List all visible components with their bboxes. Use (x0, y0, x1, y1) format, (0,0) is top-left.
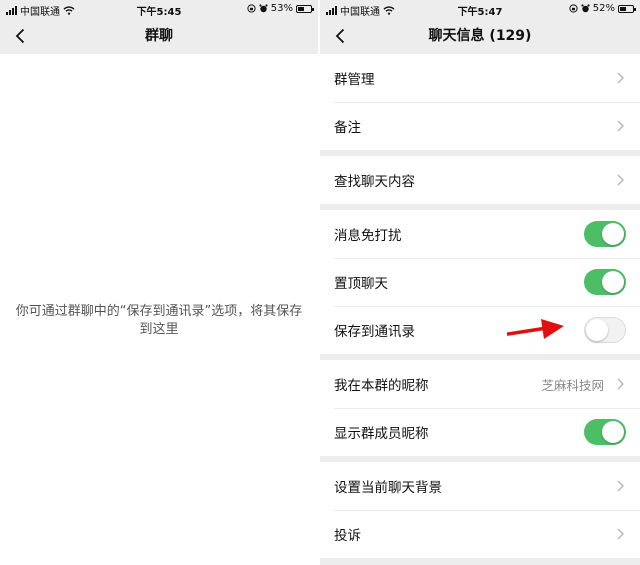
chevron-right-icon (614, 174, 626, 186)
row-label: 投诉 (334, 528, 361, 544)
row-mute: 消息免打扰 (320, 210, 640, 258)
chevron-right-icon (614, 120, 626, 132)
back-chevron-icon (15, 28, 25, 44)
status-bar: 中国联通 下午5:47 52% (320, 0, 640, 18)
status-right-group: 53% (247, 3, 314, 14)
page-title: 聊天信息 (129) (428, 28, 532, 44)
row-remark[interactable]: 备注 (320, 102, 640, 150)
empty-list-area: 你可通过群聊中的“保存到通讯录”选项，将其保存到这里 (0, 54, 318, 565)
back-button[interactable] (328, 18, 352, 54)
nickname-value: 芝麻科技网 (541, 377, 604, 393)
row-label: 备注 (334, 120, 361, 136)
right-screen: 中国联通 下午5:47 52% 聊天信息 (129) 群管理 备注 查找聊天内容… (318, 0, 640, 565)
settings-group-search: 查找聊天内容 (320, 156, 640, 204)
status-right-group: 52% (569, 3, 636, 14)
toggle-knob (602, 271, 624, 293)
show-nicknames-toggle[interactable] (584, 419, 626, 445)
nav-bar: 群聊 (0, 18, 318, 54)
row-label: 显示群成员昵称 (334, 426, 429, 442)
row-group-manage[interactable]: 群管理 (320, 54, 640, 102)
row-pin: 置顶聊天 (320, 258, 640, 306)
save-contacts-toggle[interactable] (584, 317, 626, 343)
toggle-knob (602, 421, 624, 443)
chevron-right-icon (614, 72, 626, 84)
settings-group-misc: 设置当前聊天背景 投诉 (320, 462, 640, 558)
lock-rotation-icon (569, 4, 578, 13)
status-bar: 中国联通 下午5:45 53% (0, 0, 318, 18)
chevron-right-icon (614, 528, 626, 540)
battery-icon (296, 4, 314, 13)
row-save-contacts: 保存到通讯录 (320, 306, 640, 354)
row-my-nickname[interactable]: 我在本群的昵称 芝麻科技网 (320, 360, 640, 408)
battery-percent: 52% (592, 3, 615, 14)
row-label: 群管理 (334, 72, 375, 88)
row-label: 消息免打扰 (334, 228, 402, 244)
alarm-icon (581, 4, 590, 13)
settings-group-nickname: 我在本群的昵称 芝麻科技网 显示群成员昵称 (320, 360, 640, 456)
settings-group-toggles: 消息免打扰 置顶聊天 保存到通讯录 (320, 210, 640, 354)
toggle-knob (586, 319, 608, 341)
page-title: 群聊 (145, 28, 173, 44)
back-chevron-icon (335, 28, 345, 44)
empty-hint: 你可通过群聊中的“保存到通讯录”选项，将其保存到这里 (15, 304, 303, 337)
row-show-nicknames: 显示群成员昵称 (320, 408, 640, 456)
lock-rotation-icon (247, 4, 256, 13)
row-label: 置顶聊天 (334, 276, 388, 292)
red-arrow-annotation (507, 319, 564, 339)
settings-group-manage: 群管理 备注 (320, 54, 640, 150)
back-button[interactable] (8, 18, 32, 54)
toggle-knob (602, 223, 624, 245)
pin-toggle[interactable] (584, 269, 626, 295)
row-set-background[interactable]: 设置当前聊天背景 (320, 462, 640, 510)
row-label: 设置当前聊天背景 (334, 480, 442, 496)
battery-percent: 53% (270, 3, 293, 14)
row-label: 我在本群的昵称 (334, 378, 429, 394)
nav-bar: 聊天信息 (129) (320, 18, 640, 54)
row-label: 查找聊天内容 (334, 174, 415, 190)
chevron-right-icon (614, 378, 626, 390)
chevron-right-icon (614, 480, 626, 492)
row-search-history[interactable]: 查找聊天内容 (320, 156, 640, 204)
chat-settings-list: 群管理 备注 查找聊天内容 消息免打扰 置顶聊天 保存到通讯录 我在本群的昵称 … (320, 54, 640, 558)
left-screen: 中国联通 下午5:45 53% 群聊 你可通过群聊中的“保存到通讯录”选项，将其… (0, 0, 318, 565)
row-complain[interactable]: 投诉 (320, 510, 640, 558)
mute-toggle[interactable] (584, 221, 626, 247)
battery-icon (618, 4, 636, 13)
alarm-icon (259, 4, 268, 13)
